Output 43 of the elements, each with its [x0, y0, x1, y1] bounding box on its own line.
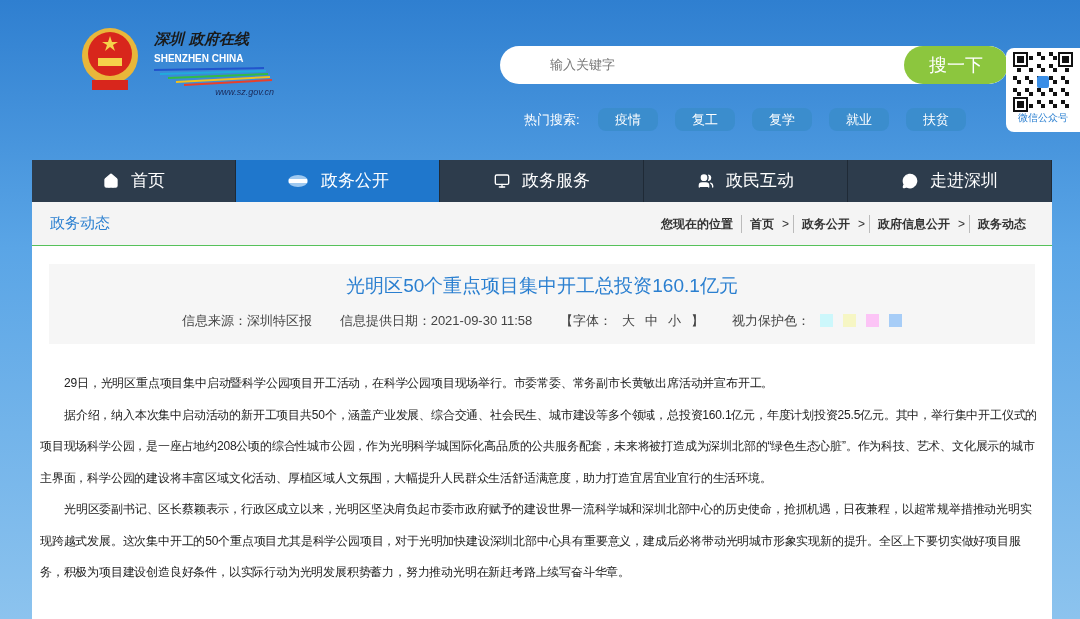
- breadcrumb-link[interactable]: 政府信息公开: [870, 214, 958, 233]
- logo-subtitle: SHENZHEN CHINA: [154, 52, 245, 66]
- color-swatch[interactable]: [843, 313, 857, 327]
- color-swatch[interactable]: [866, 313, 880, 327]
- qr-caption: 微信公众号: [1018, 112, 1068, 125]
- qr-code-icon: [1013, 52, 1073, 112]
- news-globe-icon: [286, 174, 309, 188]
- article-date: 信息提供日期：2021-09-30 11:58: [339, 311, 533, 330]
- breadcrumb-link[interactable]: 政务动态: [970, 214, 1034, 233]
- nav-tab[interactable]: 政务公开: [236, 160, 440, 202]
- breadcrumb-link[interactable]: 政务公开: [793, 214, 858, 233]
- chat-bubble-icon: [901, 173, 918, 189]
- breadcrumb-label: 您现在的位置: [660, 214, 742, 233]
- hot-search-tag[interactable]: 疫情: [597, 108, 658, 131]
- font-size-bracket: 】: [691, 311, 705, 330]
- users-icon: [697, 173, 714, 189]
- eye-care-label: 视力保护色：: [732, 311, 811, 330]
- font-size-link[interactable]: 大: [622, 310, 636, 330]
- hot-search-tag[interactable]: 扶贫: [905, 108, 966, 131]
- color-swatch[interactable]: [820, 313, 834, 327]
- hot-search-label: 热门搜索:: [524, 110, 580, 129]
- monitor-icon: [493, 173, 510, 189]
- section-title: 政务动态: [50, 213, 110, 234]
- font-size-link[interactable]: 小: [668, 310, 682, 330]
- breadcrumb-link[interactable]: 首页: [741, 214, 782, 233]
- article-source: 信息来源：深圳特区报: [181, 311, 312, 330]
- hot-search-tag[interactable]: 复学: [751, 108, 812, 131]
- article-paragraph: 据介绍，纳入本次集中启动活动的新开工项目共50个，涵盖产业发展、综合交通、社会民生、城市建设等多个领域，总投资160.1亿元，年度计划投资25.5亿元。其中，举行集中开工仪式的项目现场科学公园，是一座占地约208公顷的综合性城市公园，作为光明科学城国际化高品质的公共服务配套，未来将被打造成为深圳北部的“绿色生态心脏”。作为科技、艺术、文化展示的城市主界面，科学公园的建设将丰富区域文化活动、厚植区域人文氛围，大幅提升人民群众生活舒适满意度，助力打造宜居宜业宜行的生活环境。: [40, 406, 1039, 487]
- logo-title: 深圳 政府在线: [154, 32, 251, 47]
- article-paragraph: 29日，光明区重点项目集中启动暨科学公园项目开工活动，在科学公园项目现场举行。市委常委、常务副市长黄敏出席活动并宣布开工。: [63, 375, 775, 392]
- font-size-link[interactable]: 中: [645, 310, 659, 330]
- hot-search-tag[interactable]: 就业: [828, 108, 889, 131]
- breadcrumb-separator: >: [958, 214, 970, 233]
- rainbow-wing-icon: [154, 66, 274, 86]
- logo-url: www.sz.gov.cn: [215, 86, 274, 99]
- font-size-bracket: 【字体：: [560, 311, 613, 330]
- article-title: 光明区50个重点项目集中开工总投资160.1亿元: [346, 274, 738, 298]
- home-icon: [102, 173, 119, 189]
- hot-search-tag[interactable]: 复工: [674, 108, 735, 131]
- breadcrumb-separator: >: [857, 214, 870, 233]
- article-paragraph: 光明区委副书记、区长蔡颖表示，行政区成立以来，光明区坚决肩负起市委市政府赋予的建设世界一流科学城和深圳北部中心的历史使命，抢抓机遇，日夜兼程，以超常规举措推动光明实现跨越式发展。这次集中开工的50个重点项目尤其是科学公园项目，对于光明加快建设深圳北部中心具有重要意义，建成后必将带动光明城市形象实现新的提升。全区上下要切实做好项目服务，积极为项目建设创造良好条件，以实际行动为光明发展积势蓄力，努力推动光明在新赶考路上续写奋斗华章。: [40, 501, 1033, 581]
- breadcrumb-separator: >: [781, 214, 794, 233]
- color-swatch[interactable]: [889, 313, 903, 327]
